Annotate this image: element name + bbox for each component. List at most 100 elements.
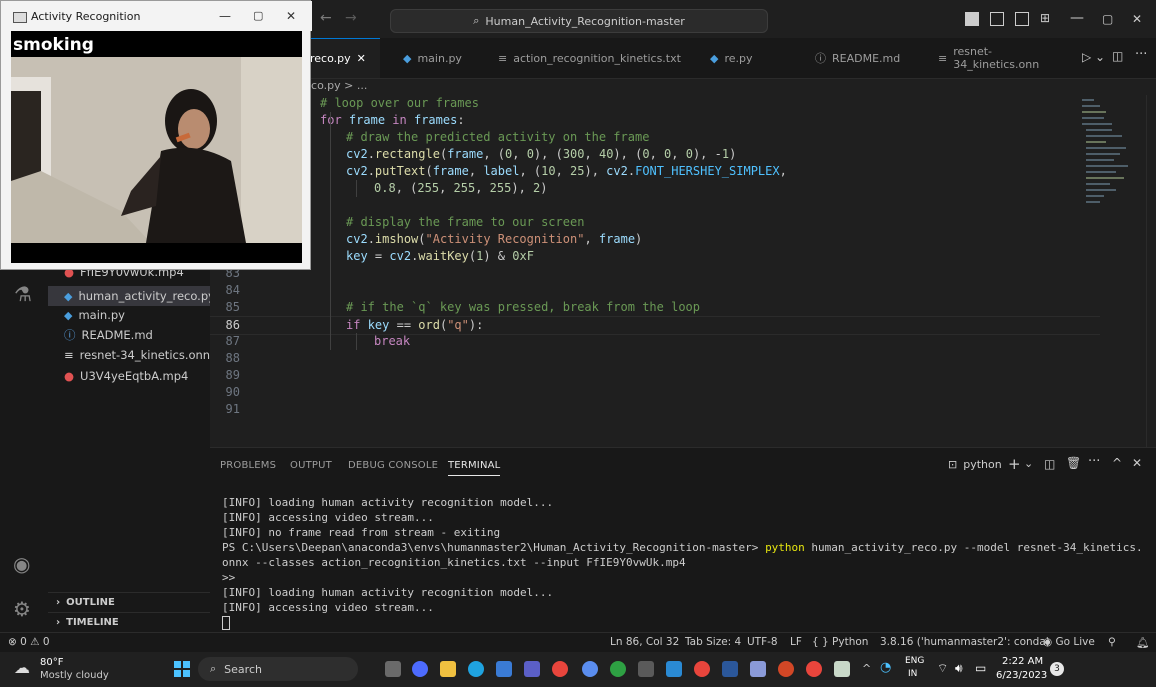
- tab-resnet[interactable]: ≡ resnet-34_kinetics.onn: [928, 38, 1078, 78]
- tab-human-activity-reco[interactable]: reco.py ✕: [300, 38, 380, 78]
- tab-readme[interactable]: ⓘ README.md: [805, 38, 925, 78]
- chevron-up-icon[interactable]: ^: [862, 662, 871, 675]
- editor-scrollbar[interactable]: [1146, 95, 1156, 447]
- outline-section[interactable]: › OUTLINE: [48, 592, 210, 612]
- edge-icon[interactable]: [468, 661, 484, 677]
- weather-desc[interactable]: Mostly cloudy: [40, 670, 109, 681]
- cursor-position[interactable]: Ln 86, Col 32: [610, 636, 679, 648]
- trash-icon[interactable]: 🗑: [1066, 456, 1081, 470]
- terminal-icon: ⊡: [948, 458, 958, 471]
- wifi-icon[interactable]: ⌔: [937, 661, 948, 676]
- tab-output[interactable]: OUTPUT: [290, 460, 332, 471]
- taskbar-search[interactable]: ⌕ Search: [198, 657, 358, 681]
- weather-temp[interactable]: 80°F: [40, 657, 63, 668]
- terminal-selector[interactable]: ⊡ python: [948, 458, 1002, 471]
- tab-main-py[interactable]: ◆ main.py: [393, 38, 493, 78]
- minimize-button[interactable]: —: [1070, 10, 1084, 26]
- toggle-sidebar-icon[interactable]: [965, 12, 979, 26]
- close-button[interactable]: ✕: [1132, 12, 1142, 26]
- app-tray-icon[interactable]: ◔: [880, 660, 891, 675]
- new-terminal-icon[interactable]: +: [1008, 455, 1021, 473]
- tab-debug-console[interactable]: DEBUG CONSOLE: [348, 460, 438, 471]
- command-center-search[interactable]: ⌕ Human_Activity_Recognition-master: [390, 9, 768, 33]
- tab-size[interactable]: Tab Size: 4: [685, 636, 741, 648]
- chrome-icon[interactable]: [806, 661, 822, 677]
- tab-terminal[interactable]: TERMINAL: [448, 460, 501, 476]
- tab-action-recognition[interactable]: ≡ action_recognition_kinetics.txt: [488, 38, 698, 78]
- indent-guide: [356, 333, 357, 350]
- terminal-line: [INFO] accessing video stream...: [222, 601, 434, 614]
- go-live[interactable]: ◉ Go Live: [1043, 636, 1095, 648]
- chrome-icon[interactable]: [552, 661, 568, 677]
- terminal-output[interactable]: [INFO] loading human activity recognitio…: [210, 496, 1156, 631]
- r-icon[interactable]: [582, 661, 598, 677]
- file-item[interactable]: ⓘ README.md: [48, 325, 210, 345]
- store-icon[interactable]: [496, 661, 512, 677]
- folder-icon[interactable]: [440, 661, 456, 677]
- run-icon[interactable]: ▷ ⌄: [1082, 50, 1105, 64]
- forward-arrow-icon[interactable]: →: [345, 10, 357, 26]
- maximize-button[interactable]: ▢: [253, 9, 263, 22]
- meet-icon[interactable]: [412, 661, 428, 677]
- close-panel-icon[interactable]: ✕: [1132, 456, 1142, 470]
- app-circle-icon[interactable]: [610, 661, 626, 677]
- file-item[interactable]: ◆ human_activity_reco.py: [48, 286, 210, 306]
- list-icon: ≡: [498, 51, 508, 65]
- split-editor-icon[interactable]: ◫: [1112, 49, 1123, 63]
- app-icon[interactable]: [524, 661, 540, 677]
- tab-re-py[interactable]: ◆ re.py: [700, 38, 800, 78]
- notification-badge[interactable]: 3: [1050, 662, 1064, 676]
- file-item[interactable]: ≡ resnet-34_kinetics.onnx: [48, 345, 210, 365]
- file-item[interactable]: ◆ main.py: [48, 305, 210, 325]
- terminal-app-icon[interactable]: [638, 661, 654, 677]
- task-view-icon[interactable]: [385, 661, 401, 677]
- minimize-button[interactable]: —: [219, 9, 231, 23]
- toggle-panel-icon[interactable]: [990, 12, 1004, 26]
- powerpoint-icon[interactable]: [778, 661, 794, 677]
- close-button[interactable]: ✕: [286, 9, 296, 23]
- app-icon[interactable]: [834, 661, 850, 677]
- chrome-icon[interactable]: [694, 661, 710, 677]
- volume-icon[interactable]: 🔊︎: [955, 661, 963, 676]
- code-editor[interactable]: # loop over our frames for frame in fram…: [210, 95, 1156, 447]
- account-icon[interactable]: ◉: [13, 552, 30, 576]
- timeline-section[interactable]: › TIMELINE: [48, 612, 210, 632]
- more-actions-icon[interactable]: ···: [1135, 47, 1147, 62]
- file-label: main.py: [78, 308, 125, 322]
- bell-icon[interactable]: 🔔︎: [1136, 636, 1149, 649]
- tab-problems[interactable]: PROBLEMS: [220, 460, 276, 471]
- gear-icon[interactable]: ⚙: [13, 597, 31, 621]
- bottom-panel: PROBLEMS OUTPUT DEBUG CONSOLE TERMINAL ⊡…: [210, 447, 1156, 633]
- window-title-bar[interactable]: Activity Recognition — ▢ ✕: [1, 1, 312, 31]
- interpreter[interactable]: 3.8.16 ('humanmaster2': conda): [880, 636, 1050, 648]
- close-icon[interactable]: ✕: [357, 52, 366, 65]
- problems-status[interactable]: ⊗ 0 ⚠ 0: [8, 636, 50, 648]
- back-arrow-icon[interactable]: ←: [320, 10, 332, 26]
- language-code[interactable]: ENG: [905, 656, 924, 666]
- encoding[interactable]: UTF-8: [747, 636, 778, 648]
- accounts-icon[interactable]: ⚲: [1108, 636, 1116, 648]
- clock-time[interactable]: 2:22 AM: [1002, 656, 1043, 667]
- eol[interactable]: LF: [790, 636, 802, 648]
- battery-icon[interactable]: ▭: [975, 661, 986, 675]
- minimap[interactable]: [1076, 95, 1136, 215]
- app-icon[interactable]: [750, 661, 766, 677]
- vscode-icon[interactable]: [666, 661, 682, 677]
- windows-start-icon[interactable]: [174, 661, 190, 677]
- language-region[interactable]: IN: [908, 669, 917, 679]
- chevron-down-icon[interactable]: ⌄: [1024, 457, 1033, 470]
- clock-date[interactable]: 6/23/2023: [996, 670, 1047, 681]
- word-icon[interactable]: [722, 661, 738, 677]
- split-terminal-icon[interactable]: ◫: [1044, 457, 1055, 471]
- toggle-secondary-sidebar-icon[interactable]: [1015, 12, 1029, 26]
- customize-layout-icon[interactable]: ⊞: [1040, 11, 1050, 25]
- tab-label: action_recognition_kinetics.txt: [513, 51, 681, 65]
- maximize-panel-icon[interactable]: ^: [1112, 456, 1122, 470]
- more-actions-icon[interactable]: ···: [1088, 454, 1100, 469]
- activity-recognition-window[interactable]: Activity Recognition — ▢ ✕ smoking: [0, 0, 312, 270]
- maximize-button[interactable]: ▢: [1102, 12, 1113, 26]
- file-item[interactable]: ● U3V4yeEqtbA.mp4: [48, 366, 210, 386]
- testing-flask-icon[interactable]: ⚗: [14, 282, 32, 306]
- file-label: resnet-34_kinetics.onnx: [79, 348, 210, 362]
- language-mode[interactable]: { } Python: [812, 636, 868, 648]
